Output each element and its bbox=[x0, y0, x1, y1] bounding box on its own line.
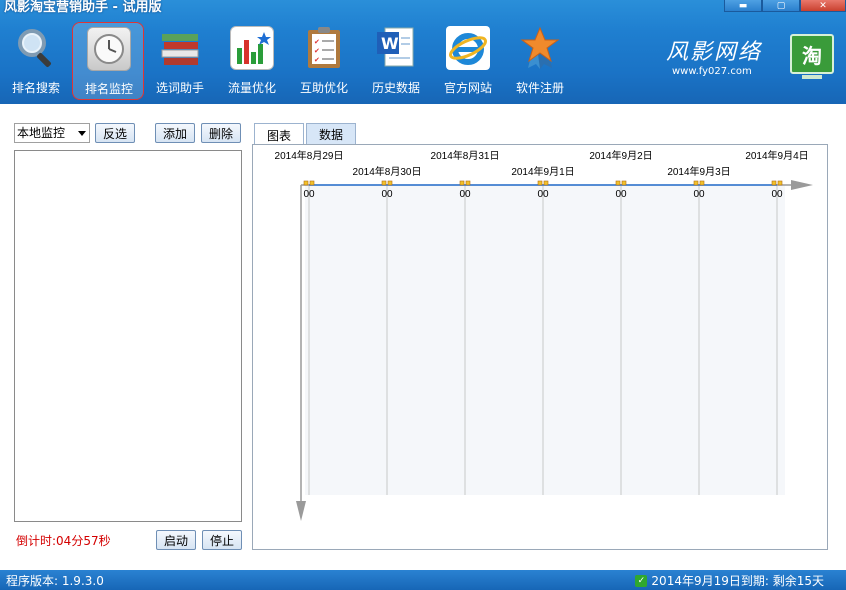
toolbar-label: 流量优化 bbox=[227, 81, 276, 95]
check-icon: ✓ bbox=[635, 574, 648, 587]
data-point bbox=[381, 180, 387, 186]
tab-data[interactable]: 数据 bbox=[306, 123, 357, 145]
books-icon bbox=[158, 26, 202, 70]
toolbar-label: 历史数据 bbox=[371, 81, 420, 95]
app-window: 风影淘宝营销助手 - 试用版 ▬ ▢ ✕ 排名搜索 排名监控 选词助手 流量优化… bbox=[0, 0, 846, 590]
monitor-listbox[interactable] bbox=[14, 150, 242, 522]
toolbar-label: 排名监控 bbox=[84, 82, 133, 96]
svg-text:✔: ✔ bbox=[314, 56, 320, 64]
word-document-icon: W bbox=[374, 26, 418, 70]
svg-text:W: W bbox=[381, 34, 399, 53]
start-button[interactable]: 启动 bbox=[156, 530, 196, 550]
countdown-timer: 倒计时:04分57秒 bbox=[16, 534, 111, 548]
clipboard-checklist-icon: ✔ ✔ ✔ bbox=[302, 26, 346, 70]
status-bar: 程序版本: 1.9.3.0 ✓ 2014年9月19日到期: 剩余15天 bbox=[0, 570, 846, 590]
brand-url[interactable]: www.fy027.com bbox=[672, 66, 752, 77]
invert-select-button[interactable]: 反选 bbox=[95, 123, 135, 143]
toolbar-item-history-data[interactable]: W 历史数据 bbox=[360, 22, 432, 100]
data-point-marker bbox=[465, 180, 471, 186]
star-medal-icon bbox=[518, 26, 562, 70]
main-content: 本地监控 反选 添加 删除 倒计时:04分57秒 启动 停止 图表 数据 201… bbox=[0, 104, 846, 570]
toolbar-label: 官方网站 bbox=[443, 81, 492, 95]
x-tick-label: 2014年9月1日 bbox=[511, 165, 574, 178]
data-point-marker bbox=[309, 180, 315, 186]
data-point bbox=[615, 180, 621, 186]
data-label: 00 bbox=[537, 189, 549, 200]
brand-logo-text: 风影网络 bbox=[666, 40, 763, 65]
view-tabs: 图表 数据 bbox=[254, 123, 358, 146]
window-title: 风影淘宝营销助手 - 试用版 bbox=[4, 0, 162, 15]
toolbar-label: 互助优化 bbox=[299, 81, 348, 95]
select-value: 本地监控 bbox=[17, 126, 66, 140]
clock-icon bbox=[87, 27, 131, 71]
data-point bbox=[459, 180, 465, 186]
toolbar-label: 选词助手 bbox=[155, 81, 204, 95]
x-tick-label: 2014年8月31日 bbox=[431, 149, 500, 162]
data-point-marker bbox=[777, 180, 783, 186]
toolbar-item-mutual-optimize[interactable]: ✔ ✔ ✔ 互助优化 bbox=[288, 22, 360, 100]
data-point bbox=[771, 180, 777, 186]
x-tick-label: 2014年8月29日 bbox=[275, 149, 344, 162]
toolbar-item-official-site[interactable]: 官方网站 bbox=[432, 22, 504, 100]
chart-panel: 2014年8月29日 2014年8月30日 2014年8月31日 2014年9月1日 2… bbox=[252, 144, 828, 550]
bar-chart-icon bbox=[230, 26, 274, 70]
data-label: 00 bbox=[459, 189, 471, 200]
tab-chart[interactable]: 图表 bbox=[254, 123, 305, 146]
stop-button[interactable]: 停止 bbox=[202, 530, 242, 550]
data-label: 00 bbox=[615, 189, 627, 200]
taobao-monitor-icon[interactable]: 淘 bbox=[790, 34, 834, 74]
svg-text:✔: ✔ bbox=[314, 38, 320, 46]
ie-browser-icon bbox=[446, 26, 490, 70]
expiry-text: 2014年9月19日到期: 剩余15天 bbox=[651, 574, 824, 588]
toolbar-item-traffic-optimize[interactable]: 流量优化 bbox=[216, 22, 288, 100]
plot-area bbox=[305, 185, 785, 495]
version-text: 程序版本: 1.9.3.0 bbox=[6, 574, 104, 588]
data-point-marker bbox=[543, 180, 549, 186]
x-tick-label: 2014年9月4日 bbox=[745, 149, 808, 162]
data-label: 00 bbox=[303, 189, 315, 200]
close-button[interactable]: ✕ bbox=[800, 0, 846, 12]
data-point bbox=[537, 180, 543, 186]
svg-text:✔: ✔ bbox=[314, 47, 320, 55]
x-axis-arrow bbox=[791, 180, 813, 190]
monitor-list-panel: 本地监控 反选 添加 删除 倒计时:04分57秒 启动 停止 bbox=[14, 104, 244, 570]
data-point-marker bbox=[387, 180, 393, 186]
x-tick-label: 2014年8月30日 bbox=[353, 165, 422, 178]
monitor-type-select[interactable]: 本地监控 bbox=[14, 123, 90, 143]
expiry-info: ✓ 2014年9月19日到期: 剩余15天 bbox=[635, 572, 824, 589]
data-label: 00 bbox=[381, 189, 393, 200]
data-point bbox=[303, 180, 309, 186]
toolbar-label: 排名搜索 bbox=[11, 81, 60, 95]
monitor-stand bbox=[802, 75, 822, 79]
add-button[interactable]: 添加 bbox=[155, 123, 195, 143]
toolbar-item-register[interactable]: 软件注册 bbox=[504, 22, 576, 100]
magnifier-icon bbox=[14, 26, 58, 70]
header-toolbar: 风影淘宝营销助手 - 试用版 ▬ ▢ ✕ 排名搜索 排名监控 选词助手 流量优化… bbox=[0, 0, 846, 104]
maximize-button[interactable]: ▢ bbox=[762, 0, 800, 12]
minimize-button[interactable]: ▬ bbox=[724, 0, 762, 12]
chevron-down-icon bbox=[78, 131, 86, 136]
delete-button[interactable]: 删除 bbox=[201, 123, 241, 143]
data-point-marker bbox=[621, 180, 627, 186]
toolbar-label: 软件注册 bbox=[515, 81, 564, 95]
rank-chart: 2014年8月29日 2014年8月30日 2014年8月31日 2014年9月1日 2… bbox=[275, 149, 813, 521]
x-tick-label: 2014年9月2日 bbox=[589, 149, 652, 162]
window-controls: ▬ ▢ ✕ bbox=[724, 0, 846, 12]
data-label: 00 bbox=[693, 189, 705, 200]
x-tick-label: 2014年9月3日 bbox=[667, 165, 730, 178]
data-point bbox=[693, 180, 699, 186]
data-point-marker bbox=[699, 180, 705, 186]
toolbar-item-keyword-helper[interactable]: 选词助手 bbox=[144, 22, 216, 100]
y-axis-arrow bbox=[296, 501, 306, 521]
toolbar-item-rank-search[interactable]: 排名搜索 bbox=[0, 22, 72, 100]
data-label: 00 bbox=[771, 189, 783, 200]
toolbar-item-rank-monitor[interactable]: 排名监控 bbox=[72, 22, 144, 100]
